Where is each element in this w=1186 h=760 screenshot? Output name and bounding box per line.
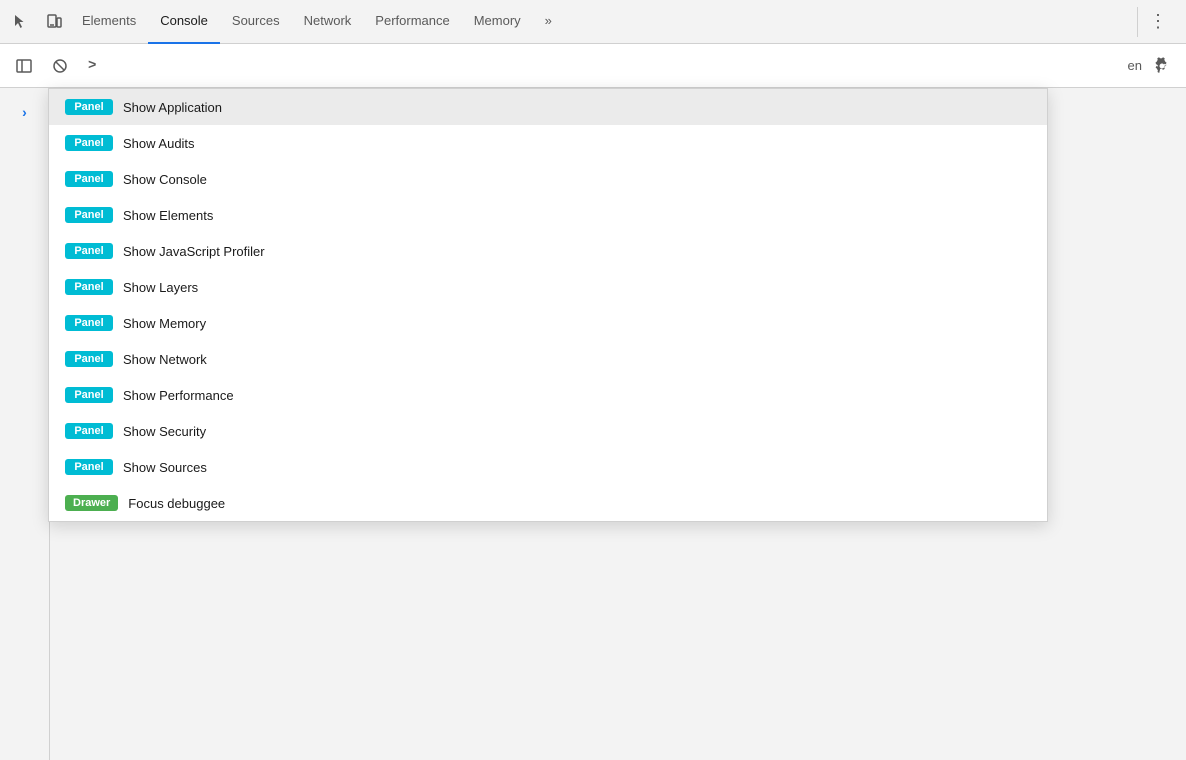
console-filter-label: en (1128, 58, 1142, 73)
dropdown-item-show-layers[interactable]: Panel Show Layers (49, 269, 1047, 305)
label-show-memory: Show Memory (123, 316, 206, 331)
sidebar-icon (15, 57, 33, 75)
tab-performance[interactable]: Performance (363, 0, 461, 44)
chevron-right-icon: › (22, 104, 27, 120)
badge-show-application: Panel (65, 99, 113, 115)
label-show-application: Show Application (123, 100, 222, 115)
toolbar-right: ⋮ (1137, 6, 1182, 38)
tab-sources[interactable]: Sources (220, 0, 292, 44)
dropdown-item-focus-debuggee[interactable]: Drawer Focus debuggee (49, 485, 1047, 521)
dropdown-item-show-elements[interactable]: Panel Show Elements (49, 197, 1047, 233)
device-icon (45, 13, 63, 31)
more-options-icon: ⋮ (1149, 11, 1167, 32)
tab-memory[interactable]: Memory (462, 0, 533, 44)
show-console-sidebar-button[interactable] (8, 50, 40, 82)
cursor-icon (11, 13, 29, 31)
more-options-button[interactable]: ⋮ (1142, 6, 1174, 38)
dropdown-item-show-console[interactable]: Panel Show Console (49, 161, 1047, 197)
dropdown-item-show-network[interactable]: Panel Show Network (49, 341, 1047, 377)
toolbar-tabs: Elements Console Sources Network Perform… (70, 0, 1137, 44)
label-show-audits: Show Audits (123, 136, 195, 151)
clear-console-button[interactable] (44, 50, 76, 82)
tab-console[interactable]: Console (148, 0, 220, 44)
label-show-javascript-profiler: Show JavaScript Profiler (123, 244, 265, 259)
badge-show-performance: Panel (65, 387, 113, 403)
dropdown-item-show-security[interactable]: Panel Show Security (49, 413, 1047, 449)
console-toolbar: > en (0, 44, 1186, 88)
badge-show-javascript-profiler: Panel (65, 243, 113, 259)
label-show-console: Show Console (123, 172, 207, 187)
devtools-toolbar: Elements Console Sources Network Perform… (0, 0, 1186, 44)
dropdown-item-show-sources[interactable]: Panel Show Sources (49, 449, 1047, 485)
label-show-security: Show Security (123, 424, 206, 439)
label-show-performance: Show Performance (123, 388, 234, 403)
label-show-sources: Show Sources (123, 460, 207, 475)
device-toolbar-button[interactable] (38, 6, 70, 38)
label-show-network: Show Network (123, 352, 207, 367)
dropdown-item-show-memory[interactable]: Panel Show Memory (49, 305, 1047, 341)
badge-show-elements: Panel (65, 207, 113, 223)
main-area: › PanelShow ApplicationPanelShow AuditsP… (0, 88, 1186, 760)
toolbar-left (4, 6, 70, 38)
separator (1137, 7, 1138, 37)
tab-more[interactable]: » (533, 0, 564, 44)
label-focus-debuggee: Focus debuggee (128, 496, 225, 511)
badge-show-network: Panel (65, 351, 113, 367)
console-right-controls: en (1128, 50, 1178, 82)
clear-icon (51, 57, 69, 75)
badge-show-layers: Panel (65, 279, 113, 295)
badge-show-audits: Panel (65, 135, 113, 151)
dropdown-item-show-performance[interactable]: Panel Show Performance (49, 377, 1047, 413)
badge-show-console: Panel (65, 171, 113, 187)
label-show-layers: Show Layers (123, 280, 198, 295)
console-settings-button[interactable] (1146, 50, 1178, 82)
console-input-area[interactable]: > (84, 44, 1120, 87)
inspect-element-button[interactable] (4, 6, 36, 38)
tab-network[interactable]: Network (292, 0, 364, 44)
tab-elements[interactable]: Elements (70, 0, 148, 44)
console-prompt-symbol: > (88, 58, 96, 74)
console-toolbar-left (8, 50, 76, 82)
label-show-elements: Show Elements (123, 208, 213, 223)
badge-show-security: Panel (65, 423, 113, 439)
sidebar: › (0, 88, 50, 760)
sidebar-chevron-button[interactable]: › (9, 96, 41, 128)
badge-show-memory: Panel (65, 315, 113, 331)
badge-show-sources: Panel (65, 459, 113, 475)
dropdown-item-show-javascript-profiler[interactable]: Panel Show JavaScript Profiler (49, 233, 1047, 269)
command-menu-dropdown: PanelShow ApplicationPanelShow AuditsPan… (48, 88, 1048, 522)
gear-icon (1153, 57, 1171, 75)
badge-focus-debuggee: Drawer (65, 495, 118, 511)
dropdown-item-show-audits[interactable]: Panel Show Audits (49, 125, 1047, 161)
dropdown-item-show-application[interactable]: Panel Show Application (49, 89, 1047, 125)
